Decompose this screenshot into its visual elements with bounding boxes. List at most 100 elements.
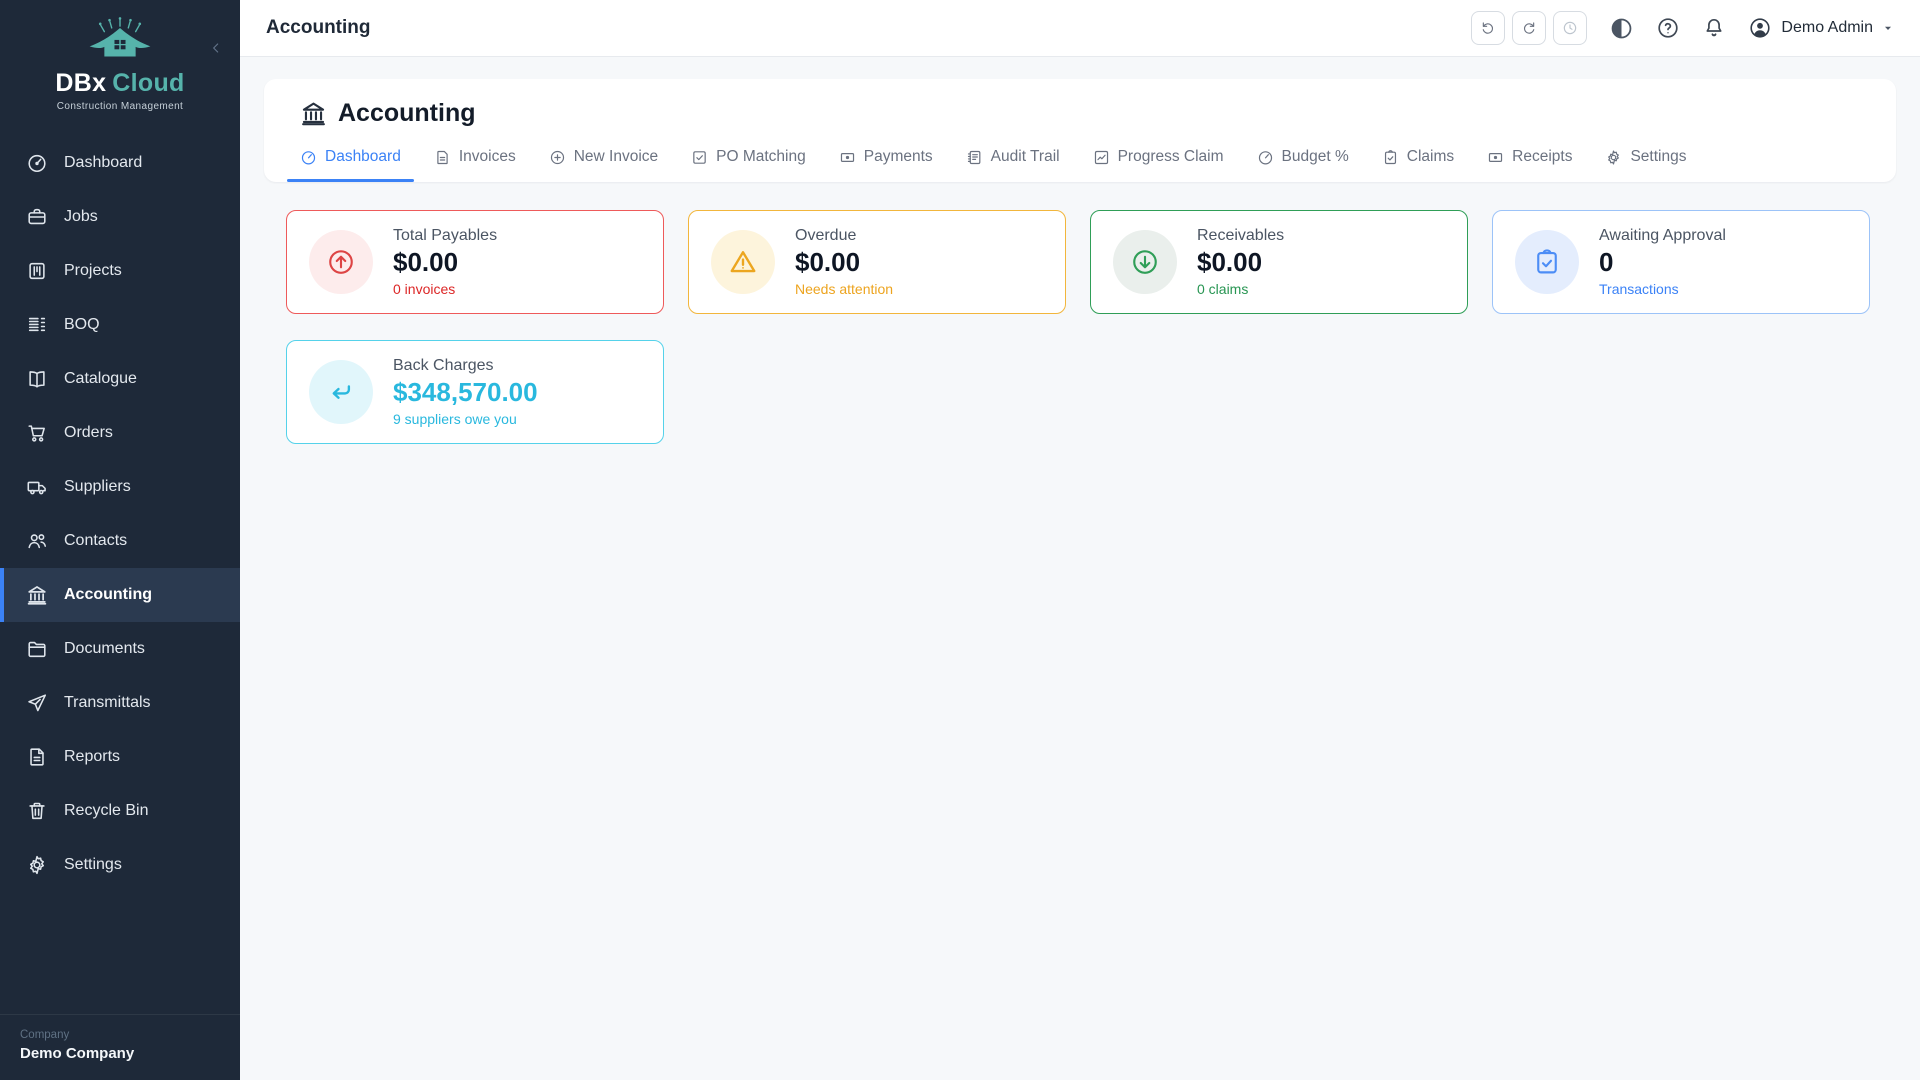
page-title: Accounting [266,17,371,39]
accounting-title: Accounting [338,99,476,128]
sidebar-item-label: Documents [64,640,145,658]
sidebar-item-label: Transmittals [64,694,151,712]
sidebar-item-label: Suppliers [64,478,131,496]
sidebar-item-label: Projects [64,262,122,280]
sidebar-item-recycle-bin[interactable]: Recycle Bin [0,784,240,838]
tab-audit-trail[interactable]: Audit Trail [966,142,1060,182]
sidebar-item-settings[interactable]: Settings [0,838,240,892]
sidebar-item-projects[interactable]: Projects [0,244,240,298]
tab-progress-claim[interactable]: Progress Claim [1093,142,1224,182]
check-square-icon [691,149,708,166]
truck-icon [26,476,48,498]
send-icon [26,692,48,714]
stat-card-back-charges[interactable]: Back Charges $348,570.00 9 suppliers owe… [286,340,664,444]
tab-claims[interactable]: Claims [1382,142,1454,182]
sidebar-item-label: BOQ [64,316,100,334]
warning-triangle-icon [711,230,775,294]
stat-title: Total Payables [393,227,497,245]
tab-label: Claims [1407,148,1454,166]
tab-label: Audit Trail [991,148,1060,166]
content-area: Accounting Dashboard Invoices New Invoic… [240,57,1920,1080]
cash-icon [1487,149,1504,166]
accounting-panel-header: Accounting [300,99,1860,128]
stat-value: $348,570.00 [393,378,538,408]
sidebar-item-transmittals[interactable]: Transmittals [0,676,240,730]
sidebar-item-jobs[interactable]: Jobs [0,190,240,244]
stat-card-awaiting-approval[interactable]: Awaiting Approval 0 Transactions [1492,210,1870,314]
sidebar-item-label: Reports [64,748,120,766]
stat-text: Total Payables $0.00 0 invoices [393,227,497,297]
sidebar-item-reports[interactable]: Reports [0,730,240,784]
undo-button[interactable] [1471,11,1505,45]
tab-label: Settings [1630,148,1686,166]
sidebar-item-contacts[interactable]: Contacts [0,514,240,568]
sidebar-item-label: Settings [64,856,122,874]
tab-budget[interactable]: Budget % [1257,142,1349,182]
clock-history-icon [1562,20,1578,36]
tab-label: Progress Claim [1118,148,1224,166]
stat-subtitle: 9 suppliers owe you [393,411,538,427]
theme-contrast-toggle[interactable] [1609,16,1634,41]
tab-label: Invoices [459,148,516,166]
redo-button[interactable] [1512,11,1546,45]
accounting-panel: Accounting Dashboard Invoices New Invoic… [264,79,1896,182]
sidebar-item-label: Dashboard [64,154,142,172]
user-menu[interactable]: Demo Admin [1748,16,1894,40]
sidebar-item-documents[interactable]: Documents [0,622,240,676]
cash-icon [839,149,856,166]
history-button-group [1471,11,1587,45]
cart-icon [26,422,48,444]
history-button[interactable] [1553,11,1587,45]
sidebar-item-catalogue[interactable]: Catalogue [0,352,240,406]
stat-card-overdue[interactable]: Overdue $0.00 Needs attention [688,210,1066,314]
company-label: Company [20,1029,220,1041]
return-arrow-icon [309,360,373,424]
stat-subtitle: Needs attention [795,281,893,297]
bank-icon [26,584,48,606]
sidebar-item-label: Jobs [64,208,98,226]
tab-po-matching[interactable]: PO Matching [691,142,806,182]
caret-down-icon [1882,22,1894,34]
tab-receipts[interactable]: Receipts [1487,142,1572,182]
sidebar-item-orders[interactable]: Orders [0,406,240,460]
stat-card-total-payables[interactable]: Total Payables $0.00 0 invoices [286,210,664,314]
chevron-left-icon [208,40,224,56]
sidebar-item-label: Accounting [64,586,152,604]
app-root: DBxCloud Construction Management Dashboa… [0,0,1920,1080]
tab-label: Dashboard [325,148,401,166]
stat-card-receivables[interactable]: Receivables $0.00 0 claims [1090,210,1468,314]
briefcase-icon [26,206,48,228]
arrow-down-circle-icon [1113,230,1177,294]
help-button[interactable] [1656,16,1680,40]
tab-label: New Invoice [574,148,658,166]
stat-value: $0.00 [393,248,497,278]
stat-title: Back Charges [393,357,538,375]
gear-icon [26,854,48,876]
brand-tagline: Construction Management [10,101,230,112]
sidebar-item-accounting[interactable]: Accounting [0,568,240,622]
speedometer-icon [26,152,48,174]
sidebar-footer: Company Demo Company [0,1014,240,1080]
sidebar-item-suppliers[interactable]: Suppliers [0,460,240,514]
accounting-tabs: Dashboard Invoices New Invoice PO Matchi… [300,142,1860,182]
sidebar-collapse-button[interactable] [204,36,228,63]
stat-text: Back Charges $348,570.00 9 suppliers owe… [393,357,538,427]
stat-text: Overdue $0.00 Needs attention [795,227,893,297]
list-columns-icon [26,314,48,336]
tab-new-invoice[interactable]: New Invoice [549,142,658,182]
brand-name: DBxCloud [10,69,230,98]
tab-label: PO Matching [716,148,806,166]
tab-payments[interactable]: Payments [839,142,933,182]
tab-settings[interactable]: Settings [1605,142,1686,182]
tab-label: Receipts [1512,148,1572,166]
sidebar-item-label: Contacts [64,532,127,550]
notifications-button[interactable] [1702,16,1726,40]
tab-invoices[interactable]: Invoices [434,142,516,182]
stat-value: 0 [1599,248,1726,278]
brand-name-primary: DBx [55,69,106,97]
tab-dashboard[interactable]: Dashboard [300,142,401,182]
folder-icon [26,638,48,660]
sidebar-item-boq[interactable]: BOQ [0,298,240,352]
redo-icon [1521,20,1537,36]
sidebar-item-dashboard[interactable]: Dashboard [0,136,240,190]
